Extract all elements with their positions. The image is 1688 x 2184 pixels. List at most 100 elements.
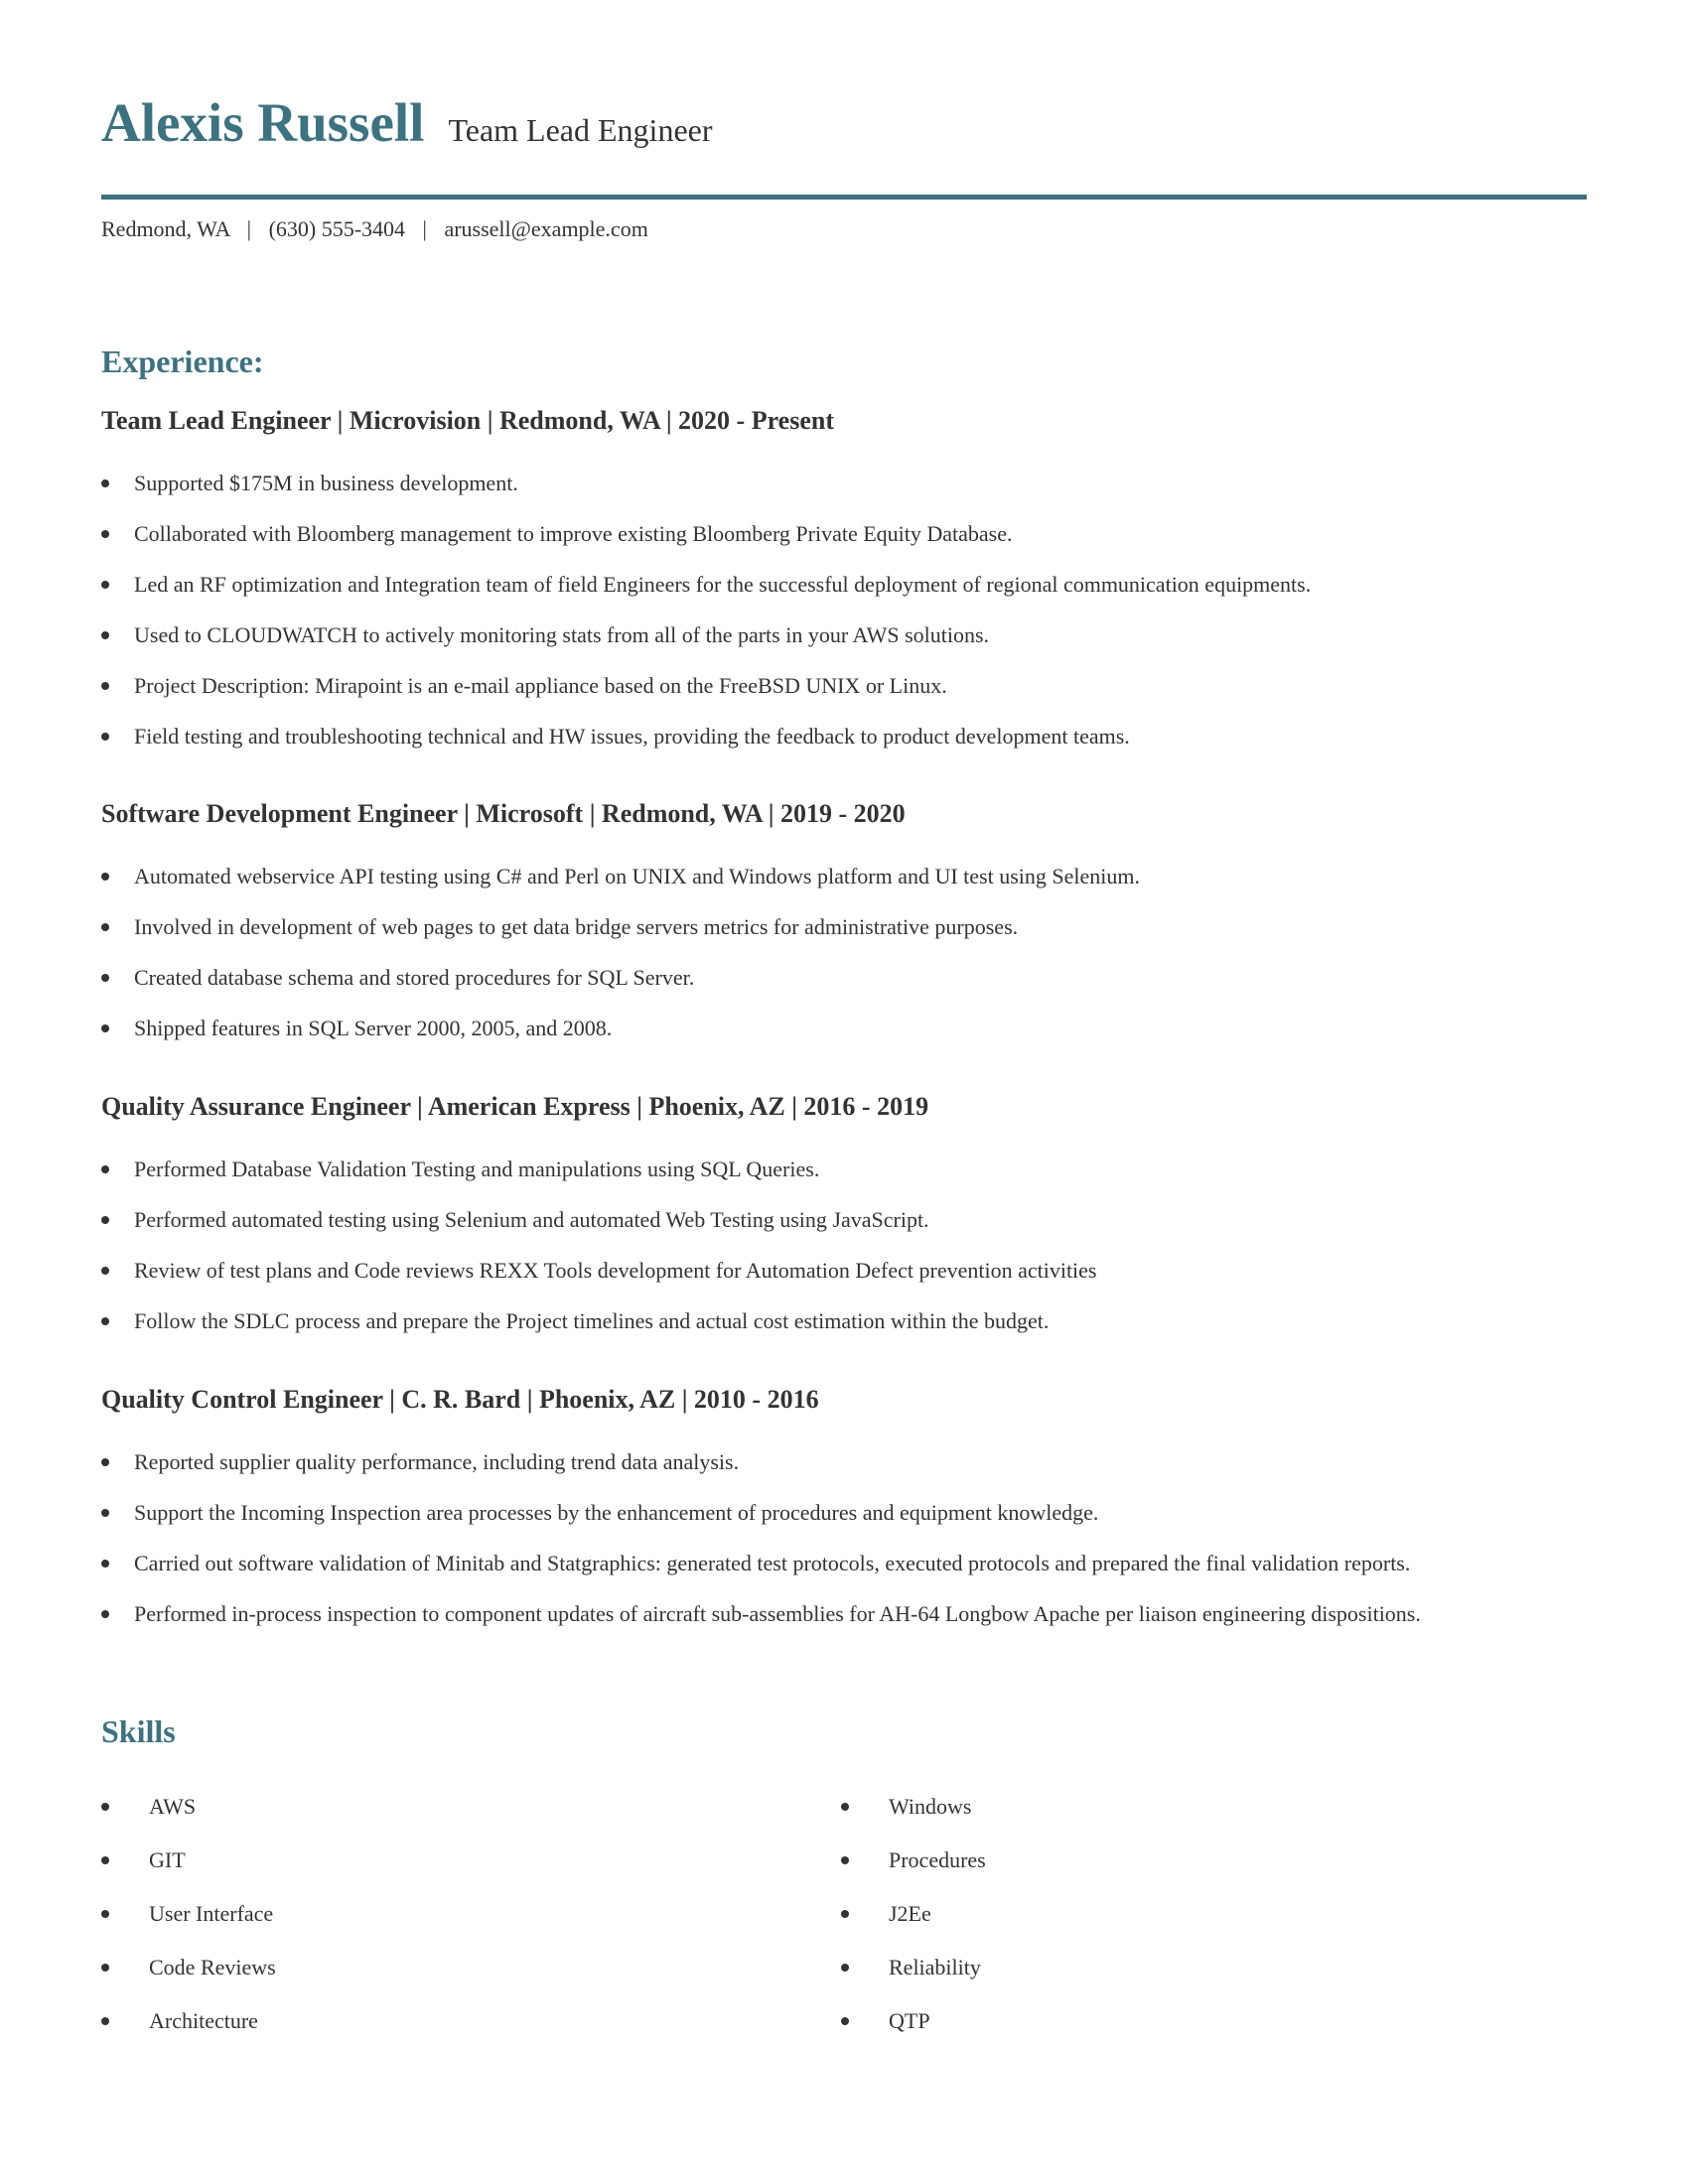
- bullet-icon: [101, 682, 109, 690]
- job-bullet: Led an RF optimization and Integration t…: [101, 572, 1587, 622]
- skill-item: Procedures: [841, 1847, 986, 1901]
- contact-line: Redmond, WA | (630) 555-3404 | arussell@…: [101, 216, 648, 242]
- bullet-icon: [101, 581, 109, 589]
- job-bullet: Reported supplier quality performance, i…: [101, 1449, 1587, 1500]
- bullet-icon: [101, 1964, 109, 1972]
- skill-item: User Interface: [101, 1901, 276, 1955]
- skill-label: Procedures: [889, 1847, 986, 1872]
- bullet-icon: [101, 1267, 109, 1275]
- skill-label: Windows: [889, 1794, 972, 1819]
- skill-label: User Interface: [149, 1901, 274, 1926]
- contact-separator: |: [422, 216, 427, 241]
- bullet-text: Led an RF optimization and Integration t…: [134, 572, 1312, 597]
- skill-label: Code Reviews: [149, 1955, 276, 1979]
- job-bullet: Follow the SDLC process and prepare the …: [101, 1308, 1587, 1359]
- job-title: Team Lead Engineer | Microvision | Redmo…: [101, 406, 834, 435]
- bullet-icon: [101, 974, 109, 982]
- skill-item: Architecture: [101, 2008, 276, 2062]
- skills-list-right: Windows Procedures J2Ee Reliability QTP: [841, 1794, 986, 2062]
- bullet-icon: [101, 1856, 109, 1864]
- job-bullets: Automated webservice API testing using C…: [101, 864, 1587, 1066]
- job-entry: Quality Assurance Engineer | American Ex…: [101, 1092, 1587, 1359]
- bullet-icon: [101, 631, 109, 639]
- bullet-icon: [101, 1317, 109, 1325]
- bullet-icon: [101, 1509, 109, 1517]
- job-title: Quality Assurance Engineer | American Ex…: [101, 1092, 929, 1121]
- bullet-text: Performed in-process inspection to compo…: [134, 1601, 1421, 1626]
- job-bullet: Performed automated testing using Seleni…: [101, 1207, 1587, 1258]
- bullet-icon: [101, 1560, 109, 1568]
- contact-phone: (630) 555-3404: [268, 216, 406, 241]
- job-bullet: Involved in development of web pages to …: [101, 914, 1587, 965]
- bullet-text: Reported supplier quality performance, i…: [134, 1449, 740, 1474]
- bullet-icon: [101, 1165, 109, 1173]
- skill-label: Reliability: [889, 1955, 981, 1979]
- bullet-icon: [101, 530, 109, 538]
- bullet-text: Performed Database Validation Testing an…: [134, 1157, 820, 1181]
- job-bullet: Collaborated with Bloomberg management t…: [101, 521, 1587, 572]
- candidate-name: Alexis Russell: [101, 92, 425, 153]
- skill-label: J2Ee: [889, 1901, 931, 1926]
- job-title: Software Development Engineer | Microsof…: [101, 799, 906, 828]
- contact-location: Redmond, WA: [101, 216, 230, 241]
- skill-item: Reliability: [841, 1955, 986, 2008]
- skill-item: GIT: [101, 1847, 276, 1901]
- bullet-text: Follow the SDLC process and prepare the …: [134, 1308, 1050, 1333]
- bullet-icon: [841, 1964, 849, 1972]
- job-title: Quality Control Engineer | C. R. Bard | …: [101, 1385, 819, 1414]
- job-bullets: Supported $175M in business development.…: [101, 471, 1587, 774]
- job-bullets: Performed Database Validation Testing an…: [101, 1157, 1587, 1359]
- bullet-text: Project Description: Mirapoint is an e-m…: [134, 673, 947, 698]
- bullet-icon: [841, 1856, 849, 1864]
- job-bullet: Used to CLOUDWATCH to actively monitorin…: [101, 622, 1587, 673]
- bullet-icon: [841, 1803, 849, 1811]
- bullet-text: Support the Incoming Inspection area pro…: [134, 1500, 1099, 1525]
- job-bullet: Carried out software validation of Minit…: [101, 1551, 1587, 1601]
- bullet-icon: [101, 1910, 109, 1918]
- job-bullet: Review of test plans and Code reviews RE…: [101, 1258, 1587, 1308]
- bullet-text: Used to CLOUDWATCH to actively monitorin…: [134, 622, 990, 647]
- experience-heading: Experience:: [101, 343, 264, 379]
- bullet-icon: [101, 479, 109, 487]
- job-bullet: Supported $175M in business development.: [101, 471, 1587, 521]
- bullet-icon: [841, 1910, 849, 1918]
- bullet-icon: [101, 2017, 109, 2025]
- bullet-text: Created database schema and stored proce…: [134, 965, 695, 990]
- skills-heading: Skills: [101, 1713, 176, 1749]
- skill-item: J2Ee: [841, 1901, 986, 1955]
- skill-label: AWS: [149, 1794, 197, 1819]
- contact-email[interactable]: arussell@example.com: [444, 216, 647, 241]
- bullet-icon: [101, 1610, 109, 1618]
- job-bullet: Created database schema and stored proce…: [101, 965, 1587, 1016]
- skill-item: Code Reviews: [101, 1955, 276, 2008]
- bullet-text: Shipped features in SQL Server 2000, 200…: [134, 1016, 613, 1040]
- job-bullet: Shipped features in SQL Server 2000, 200…: [101, 1016, 1587, 1066]
- bullet-text: Performed automated testing using Seleni…: [134, 1207, 929, 1232]
- bullet-icon: [101, 1458, 109, 1466]
- bullet-text: Supported $175M in business development.: [134, 471, 518, 495]
- header-divider: [101, 195, 1587, 200]
- job-bullet: Automated webservice API testing using C…: [101, 864, 1587, 914]
- bullet-text: Carried out software validation of Minit…: [134, 1551, 1411, 1575]
- job-entry: Quality Control Engineer | C. R. Bard | …: [101, 1385, 1587, 1652]
- bullet-icon: [841, 2017, 849, 2025]
- job-bullet: Performed in-process inspection to compo…: [101, 1601, 1587, 1652]
- resume-header: Alexis Russell Team Lead Engineer: [101, 91, 713, 154]
- skill-item: AWS: [101, 1794, 276, 1847]
- bullet-text: Automated webservice API testing using C…: [134, 864, 1141, 888]
- bullet-icon: [101, 923, 109, 931]
- skill-label: GIT: [149, 1847, 186, 1872]
- job-bullet: Field testing and troubleshooting techni…: [101, 724, 1587, 774]
- bullet-text: Field testing and troubleshooting techni…: [134, 724, 1130, 749]
- job-bullet: Support the Incoming Inspection area pro…: [101, 1500, 1587, 1551]
- skill-label: Architecture: [149, 2008, 258, 2033]
- skills-list-left: AWS GIT User Interface Code Reviews Arch…: [101, 1794, 276, 2062]
- skill-label: QTP: [889, 2008, 930, 2033]
- job-bullet: Performed Database Validation Testing an…: [101, 1157, 1587, 1207]
- bullet-icon: [101, 733, 109, 741]
- bullet-icon: [101, 1216, 109, 1224]
- job-bullets: Reported supplier quality performance, i…: [101, 1449, 1587, 1652]
- bullet-icon: [101, 1024, 109, 1032]
- bullet-text: Review of test plans and Code reviews RE…: [134, 1258, 1097, 1283]
- skill-item: QTP: [841, 2008, 986, 2062]
